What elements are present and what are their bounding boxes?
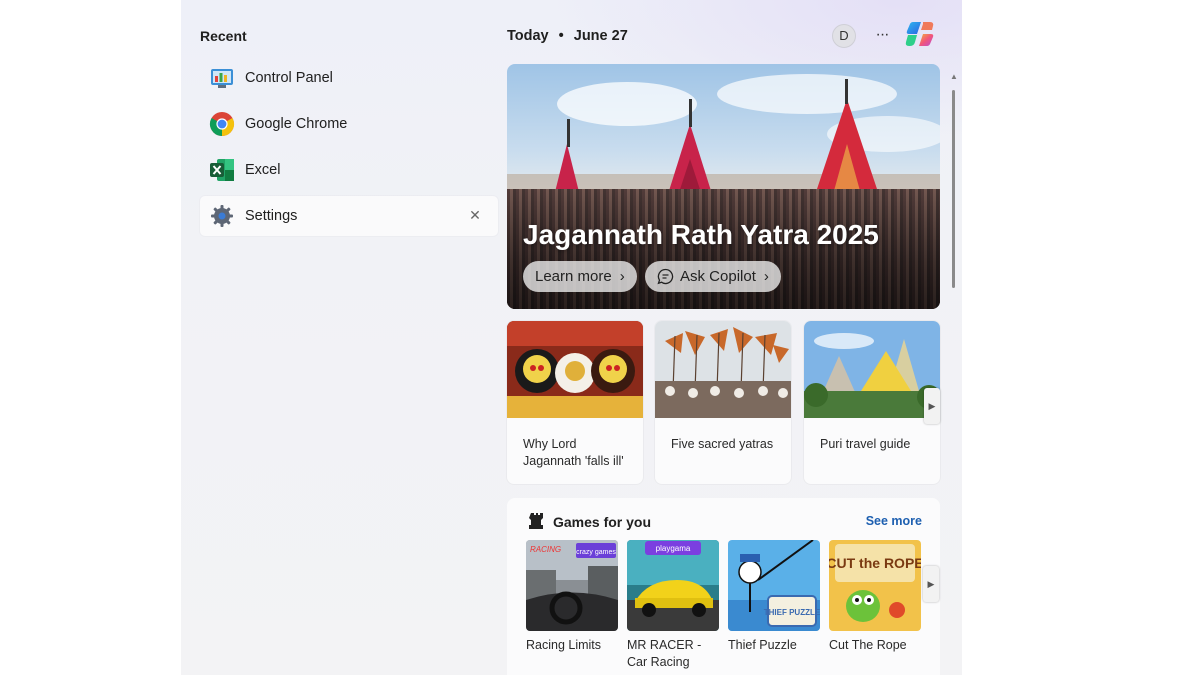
chrome-icon <box>209 111 235 137</box>
today-header: Today • June 27 <box>507 28 628 44</box>
deities-image <box>507 321 643 418</box>
scroll-up-arrow-icon[interactable]: ▲ <box>950 72 958 81</box>
recent-item-label: Control Panel <box>245 70 333 86</box>
carousel-next-button[interactable]: ▶ <box>924 388 940 424</box>
games-next-button[interactable]: ▶ <box>923 566 939 602</box>
excel-icon <box>209 157 235 183</box>
game-thumbnail: crazy games RACING <box>526 540 618 631</box>
svg-text:RACING: RACING <box>530 545 561 554</box>
article-title: Puri travel guide <box>820 437 911 451</box>
learn-more-label: Learn more <box>535 268 612 285</box>
scrollbar-thumb[interactable] <box>952 90 955 288</box>
puri-temple-image <box>804 321 940 418</box>
article-title: Five sacred yatras <box>671 437 774 451</box>
svg-text:playgama: playgama <box>656 544 691 553</box>
separator-dot: • <box>558 28 564 44</box>
game-title: Racing Limits <box>526 638 602 652</box>
avatar[interactable]: D <box>832 24 856 48</box>
more-options-icon[interactable]: ··· <box>870 24 894 48</box>
recent-item-control-panel[interactable]: Control Panel <box>200 58 498 98</box>
recent-item-label: Excel <box>245 162 281 178</box>
ask-copilot-label: Ask Copilot <box>680 268 756 285</box>
chevron-right-icon: › <box>763 268 769 285</box>
chat-bubble-icon <box>657 268 674 285</box>
recent-item-label: Settings <box>245 208 298 224</box>
game-tile[interactable]: CUT the ROPE Cut The Rope <box>829 540 921 654</box>
ask-copilot-button[interactable]: Ask Copilot › <box>645 261 781 292</box>
recent-heading: Recent <box>200 28 247 44</box>
chess-rook-icon <box>529 512 545 530</box>
close-icon[interactable]: ✕ <box>466 206 484 224</box>
game-tile[interactable]: THIEF PUZZLE Thief Puzzle <box>728 540 820 654</box>
game-title: MR RACER - Car Racing <box>627 638 702 669</box>
game-title: Thief Puzzle <box>728 638 797 652</box>
widgets-panel: Recent Control Panel Google Chrome Excel… <box>181 0 962 675</box>
yatra-flags-image <box>655 321 791 418</box>
today-label: Today <box>507 28 549 44</box>
recent-item-settings[interactable]: Settings ✕ <box>200 196 498 236</box>
game-tile[interactable]: playgama MR RACER - Car Racing <box>627 540 719 670</box>
article-card[interactable]: Why Lord Jagannath 'falls ill' <box>507 321 643 484</box>
game-tile[interactable]: crazy games RACING Racing Limits <box>526 540 618 654</box>
chevron-right-icon: › <box>619 268 625 285</box>
date-label: June 27 <box>573 28 628 44</box>
control-panel-icon <box>209 65 235 91</box>
svg-text:CUT the ROPE: CUT the ROPE <box>829 555 921 571</box>
article-card[interactable]: Puri travel guide <box>804 321 940 484</box>
article-title: Why Lord Jagannath 'falls ill' <box>523 437 624 468</box>
copilot-icon[interactable] <box>904 18 936 50</box>
games-heading: Games for you <box>553 514 652 530</box>
game-thumbnail: THIEF PUZZLE <box>728 540 820 631</box>
recent-item-excel[interactable]: Excel <box>200 150 498 190</box>
gear-icon <box>209 203 235 229</box>
hero-title[interactable]: Jagannath Rath Yatra 2025 <box>523 219 879 251</box>
hero-card[interactable]: Jagannath Rath Yatra 2025 Learn more › A… <box>507 64 940 309</box>
game-thumbnail: CUT the ROPE <box>829 540 921 631</box>
svg-text:THIEF PUZZLE: THIEF PUZZLE <box>764 608 820 617</box>
article-card[interactable]: Five sacred yatras <box>655 321 791 484</box>
game-title: Cut The Rope <box>829 638 907 652</box>
recent-item-label: Google Chrome <box>245 116 348 132</box>
game-thumbnail: playgama <box>627 540 719 631</box>
recent-list: Control Panel Google Chrome Excel Settin… <box>200 58 498 242</box>
games-section: Games for you See more crazy games RACIN… <box>507 498 940 675</box>
svg-text:crazy games: crazy games <box>576 549 616 556</box>
recent-item-google-chrome[interactable]: Google Chrome <box>200 104 498 144</box>
learn-more-button[interactable]: Learn more › <box>523 261 637 292</box>
see-more-link[interactable]: See more <box>866 514 922 528</box>
